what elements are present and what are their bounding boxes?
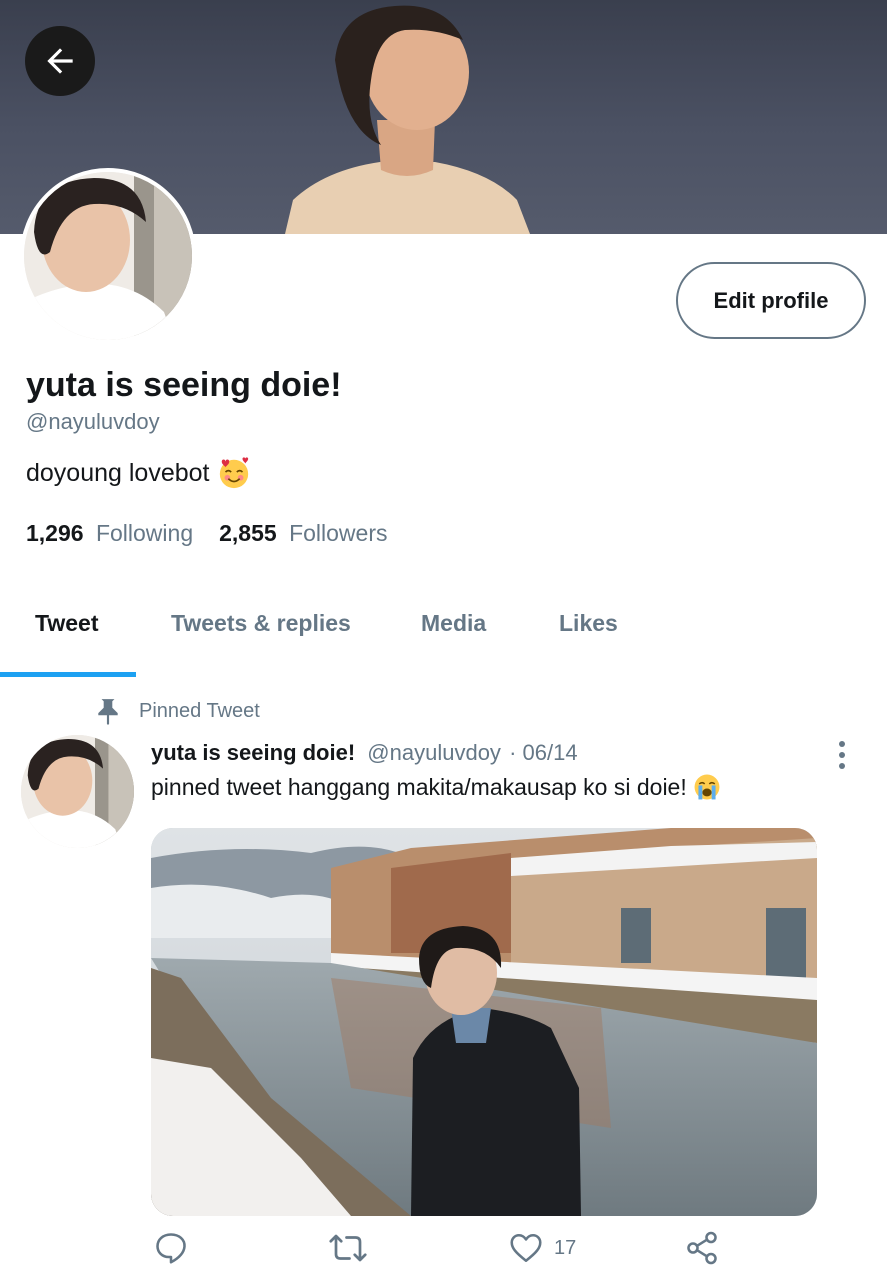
- tab-likes[interactable]: Likes: [559, 610, 618, 637]
- tweet-body: pinned tweet hanggang makita/makausap ko…: [151, 773, 687, 800]
- profile-stats: 1,296 Following 2,855 Followers: [26, 520, 387, 547]
- profile-display-name: yuta is seeing doie!: [26, 366, 342, 404]
- profile-handle: @nayuluvdoy: [26, 409, 160, 434]
- reply-icon: [156, 1233, 186, 1264]
- tab-media[interactable]: Media: [421, 610, 486, 637]
- followers-link[interactable]: 2,855 Followers: [219, 520, 387, 547]
- smiling-face-with-hearts-icon: [220, 457, 249, 489]
- tweet-author-name[interactable]: yuta is seeing doie!: [151, 740, 355, 765]
- like-button[interactable]: 17: [508, 1230, 576, 1266]
- tweet-avatar[interactable]: [21, 735, 134, 848]
- followers-label: Followers: [289, 520, 388, 546]
- tweet-date: · 06/14: [509, 740, 578, 765]
- tweet-actions: 17: [0, 1230, 887, 1276]
- edit-profile-button[interactable]: Edit profile: [676, 262, 866, 339]
- retweet-button[interactable]: [328, 1230, 368, 1266]
- share-button[interactable]: [684, 1230, 720, 1266]
- more-options-icon[interactable]: [832, 740, 852, 770]
- profile-tabs: Tweet Tweets & replies Media Likes: [0, 580, 887, 678]
- retweet-icon: [329, 1234, 367, 1262]
- tab-tweet[interactable]: Tweet: [35, 610, 98, 637]
- tweet-media-image[interactable]: [151, 828, 817, 1216]
- back-button[interactable]: [25, 26, 95, 96]
- pinned-tweet-label: Pinned Tweet: [139, 699, 260, 722]
- pin-icon: [98, 699, 118, 725]
- followers-count: 2,855: [219, 520, 277, 546]
- pinned-tweet-indicator: Pinned Tweet: [95, 697, 260, 725]
- tab-tweets-replies[interactable]: Tweets & replies: [171, 610, 351, 637]
- following-count: 1,296: [26, 520, 84, 546]
- like-count: 17: [554, 1236, 577, 1259]
- active-tab-indicator: [0, 672, 136, 677]
- profile-bio: doyoung lovebot: [26, 456, 251, 490]
- tweet-photo: [151, 828, 817, 1216]
- bio-text: doyoung lovebot: [26, 458, 210, 487]
- following-label: Following: [95, 520, 194, 546]
- tweet-avatar-photo: [21, 735, 134, 848]
- crying-face-icon: [694, 774, 720, 800]
- share-icon: [687, 1231, 717, 1265]
- heart-icon: [510, 1233, 542, 1263]
- profile-avatar[interactable]: [20, 168, 196, 344]
- tweet-header: yuta is seeing doie! @nayuluvdoy · 06/14: [151, 740, 578, 766]
- banner-photo: [285, 5, 530, 234]
- arrow-left-icon: [47, 48, 73, 74]
- avatar-photo: [24, 172, 192, 340]
- tweet-text: pinned tweet hanggang makita/makausap ko…: [151, 773, 721, 801]
- tweet-author-handle: @nayuluvdoy: [367, 740, 501, 765]
- following-link[interactable]: 1,296 Following: [26, 520, 193, 547]
- reply-button[interactable]: [153, 1230, 189, 1266]
